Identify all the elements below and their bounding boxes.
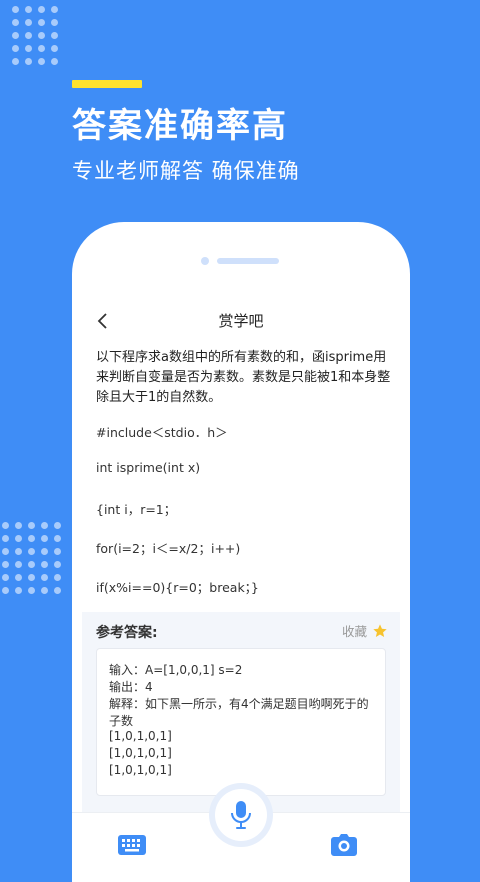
- decorative-dots-left: [2, 522, 61, 594]
- collect-label: 收藏: [341, 624, 367, 639]
- accent-bar: [72, 80, 142, 88]
- decorative-dots-top: [12, 6, 58, 65]
- voice-input-button[interactable]: [215, 789, 267, 841]
- code-line: int isprime(int x): [96, 460, 201, 475]
- bottom-toolbar: [72, 789, 410, 882]
- answer-box: 输入：A=[1,0,0,1] s=2 输出：4 解释：如下黑一所示，有4个满足题…: [96, 648, 386, 796]
- answer-line: [1,0,1,0,1]: [109, 763, 172, 777]
- answer-label: 参考答案:: [96, 625, 158, 641]
- camera-icon[interactable]: [331, 833, 357, 857]
- answer-section: 参考答案: 收藏 输入：A=[1,0,0,1] s=2 输出：4 解释：如下黑一…: [82, 612, 400, 812]
- answer-line: 输入：A=[1,0,0,1] s=2: [109, 663, 243, 677]
- question-text: 以下程序求a数组中的所有素数的和，函isprime用来判断自变量是否为素数。素数…: [96, 348, 392, 408]
- answer-line: [1,0,1,0,1]: [109, 746, 172, 760]
- promo-headline: 答案准确率高: [72, 106, 288, 146]
- star-icon: [373, 623, 387, 637]
- page-title: 赏学吧: [218, 312, 264, 330]
- answer-line: 解释：如下黑一所示，有4个满足题目哟啊死于的: [109, 697, 369, 711]
- code-line: {int i，r=1；: [96, 502, 177, 517]
- phone-camera-dot: [201, 257, 209, 265]
- code-line: #include＜stdio．h＞: [96, 425, 228, 440]
- answer-line: [1,0,1,0,1]: [109, 729, 172, 743]
- answer-line: 子数: [109, 714, 134, 728]
- collect-button[interactable]: 收藏: [342, 621, 388, 640]
- code-line: if(x%i==0){r=0；break；}: [96, 580, 259, 595]
- microphone-icon: [231, 801, 251, 829]
- promo-subline: 专业老师解答 确保准确: [72, 159, 300, 183]
- question-paragraph: 以下程序求a数组中的所有素数的和，函isprime用来判断自变量是否为素数。素数…: [96, 350, 391, 405]
- answer-line: 输出：4: [109, 680, 153, 694]
- keyboard-icon[interactable]: [118, 835, 146, 855]
- phone-mockup: 赏学吧 以下程序求a数组中的所有素数的和，函isprime用来判断自变量是否为素…: [72, 222, 410, 882]
- code-line: for(i=2；i＜=x/2；i++): [96, 541, 241, 556]
- nav-bar: 赏学吧: [72, 304, 410, 340]
- phone-speaker: [217, 258, 279, 264]
